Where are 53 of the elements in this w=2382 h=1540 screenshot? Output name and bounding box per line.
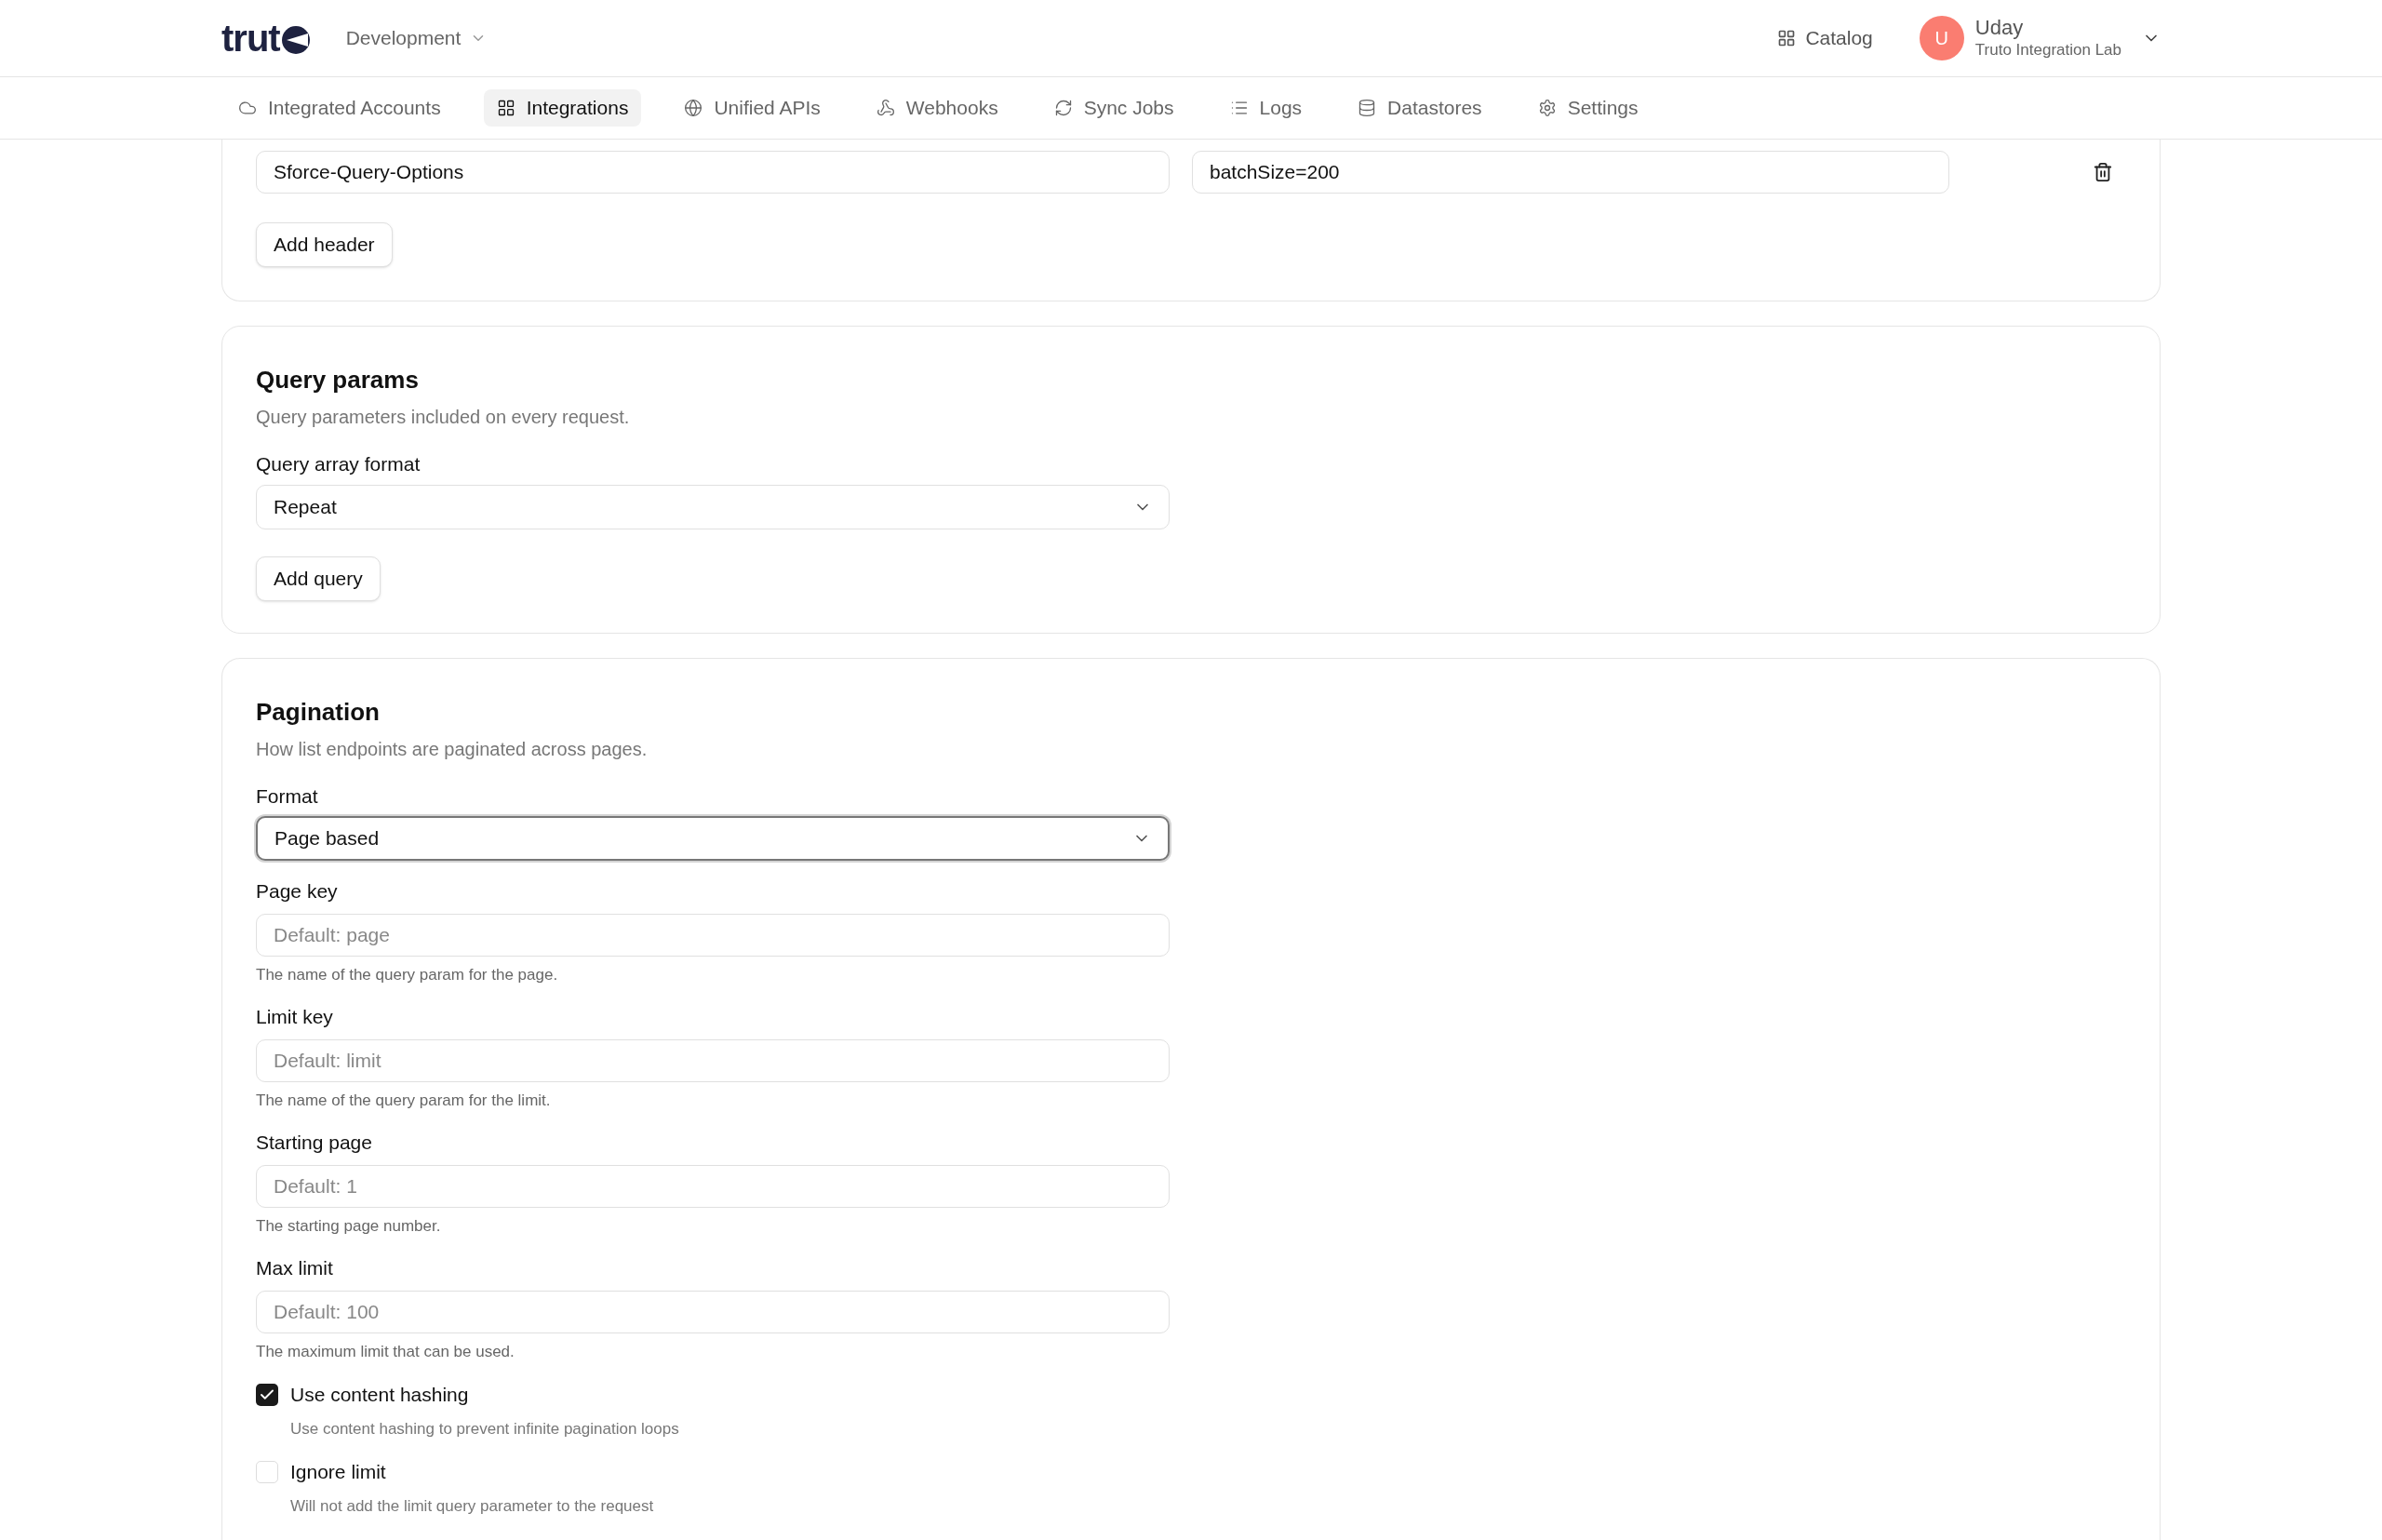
checkbox-hint: Use content hashing to prevent infinite pagination loops: [290, 1418, 680, 1440]
nav-tab[interactable]: Settings: [1524, 89, 1652, 127]
checkbox-label: Ignore limit: [290, 1460, 386, 1484]
nav-tab[interactable]: Webhooks: [863, 89, 1011, 127]
delete-icon[interactable]: [2093, 162, 2113, 182]
logo-text[interactable]: trut: [221, 20, 280, 57]
field-hint: The maximum limit that can be used.: [256, 1341, 515, 1362]
select-field[interactable]: Page based: [256, 816, 1170, 861]
logo-mark-icon: [280, 25, 311, 55]
section-description: How list endpoints are paginated across pages.: [256, 737, 649, 761]
field-label: Limit key: [256, 1005, 334, 1029]
field-hint: The starting page number.: [256, 1215, 442, 1237]
input-field[interactable]: Default: page: [256, 913, 1170, 957]
database-icon: [1358, 99, 1377, 117]
nav-tab[interactable]: Logs: [1216, 89, 1316, 127]
field-hint: The name of the query param for the limit.: [256, 1090, 552, 1111]
nav-tab[interactable]: Sync Jobs: [1040, 89, 1187, 127]
nav-tab[interactable]: Datastores: [1345, 89, 1495, 127]
checkbox-label: Use content hashing: [290, 1383, 469, 1407]
header-value-field[interactable]: batchSize=200: [1192, 151, 1949, 194]
select-field[interactable]: Repeat: [256, 484, 1170, 529]
checkbox-hint: Will not add the limit query parameter to the request: [290, 1495, 655, 1517]
add-button[interactable]: Add query: [256, 556, 381, 601]
add-button[interactable]: Add header: [256, 222, 393, 267]
input-field[interactable]: Default: limit: [256, 1038, 1170, 1082]
field-hint: The name of the query param for the page.: [256, 964, 559, 985]
user-name: Uday: [1974, 16, 2025, 40]
input-field[interactable]: Default: 1: [256, 1164, 1170, 1208]
nav-tab[interactable]: Integrated Accounts: [225, 89, 454, 127]
field-label: Max limit: [256, 1256, 334, 1280]
grid-icon: [1777, 29, 1797, 47]
field-label: Page key: [256, 879, 339, 904]
field-label: Query array format: [256, 452, 422, 476]
catalog-button[interactable]: Catalog: [1777, 23, 1873, 53]
section-title: Query params: [256, 365, 420, 395]
settings-icon: [1537, 99, 1557, 117]
environment-dropdown[interactable]: Development: [345, 23, 488, 53]
field-label: Starting page: [256, 1131, 373, 1155]
input-field[interactable]: Default: 100: [256, 1290, 1170, 1333]
cloud-icon: [238, 99, 257, 117]
organization-name: Truto Integration Lab: [1974, 40, 2121, 60]
section-description: Query parameters included on every request.: [256, 406, 631, 429]
nav-tab[interactable]: Unified APIs: [671, 89, 834, 127]
globe-icon: [684, 99, 703, 117]
grid-icon: [496, 99, 515, 117]
webhook-icon: [876, 99, 895, 117]
sync-icon: [1053, 99, 1073, 117]
header-key-field[interactable]: Sforce-Query-Options: [256, 151, 1170, 194]
field-label: Format: [256, 783, 319, 809]
checkbox[interactable]: [256, 1383, 278, 1406]
checkbox[interactable]: [256, 1460, 278, 1483]
nav-tab[interactable]: Integrations: [483, 89, 642, 127]
section-title: Pagination: [256, 696, 381, 728]
